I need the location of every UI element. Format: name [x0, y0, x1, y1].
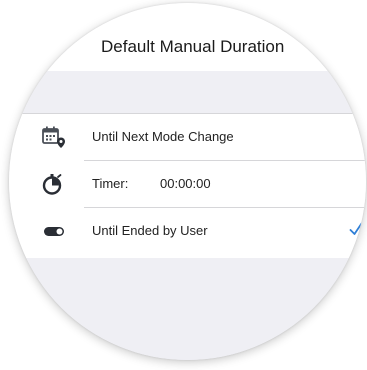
- magnifier-lens: Default Manual Duration Until Next Mode …: [9, 3, 366, 360]
- stopwatch-icon: [41, 172, 67, 196]
- option-label: Timer:: [92, 176, 129, 191]
- calendar-location-icon: [41, 125, 67, 149]
- option-until-ended-by-user[interactable]: Until Ended by User: [9, 208, 366, 255]
- toggle-switch-icon: [41, 219, 67, 243]
- option-timer[interactable]: Timer: 00:00:00: [9, 161, 366, 208]
- timer-value[interactable]: 00:00:00: [160, 176, 211, 191]
- option-label: Until Ended by User: [92, 223, 208, 238]
- screenshot-stage: Default Manual Duration Until Next Mode …: [0, 0, 367, 370]
- section-spacer: [9, 71, 366, 113]
- header: Default Manual Duration: [9, 3, 366, 71]
- empty-area: [9, 258, 366, 360]
- option-until-next-mode-change[interactable]: Until Next Mode Change: [9, 114, 366, 161]
- checkmark-icon: [349, 221, 363, 237]
- option-label: Until Next Mode Change: [92, 129, 234, 144]
- duration-options-list: Until Next Mode Change Timer: 00:00:00 U…: [9, 113, 366, 259]
- page-title: Default Manual Duration: [101, 37, 285, 56]
